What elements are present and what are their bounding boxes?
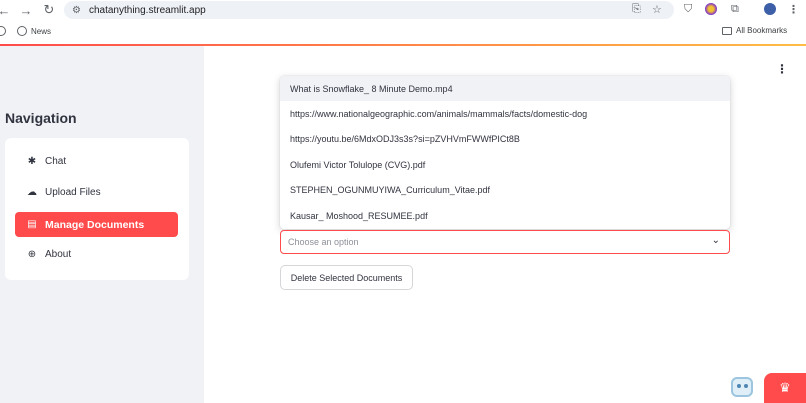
url-text: chatanything.streamlit.app xyxy=(88,4,206,16)
delete-selected-documents-button[interactable]: Delete Selected Documents xyxy=(280,265,413,290)
sidebar-item-label: Upload Files xyxy=(45,187,101,198)
forward-arrow-icon[interactable]: → xyxy=(18,2,34,18)
dropdown-option[interactable]: https://youtu.be/6MdxODJ3s3s?si=pZVHVmFW… xyxy=(280,126,730,151)
bookmarks-bar: News All Bookmarks xyxy=(0,23,806,41)
sidebar-item-chat[interactable]: ✱ Chat xyxy=(15,149,178,174)
globe-icon xyxy=(17,26,27,36)
sidebar: Navigation ✱ Chat ☁ Upload Files ▤ Manag… xyxy=(0,46,204,403)
dropdown-option[interactable]: What is Snowflake_ 8 Minute Demo.mp4 xyxy=(280,76,730,101)
document-options-dropdown: What is Snowflake_ 8 Minute Demo.mp4 htt… xyxy=(280,76,730,229)
sidebar-item-manage-documents[interactable]: ▤ Manage Documents xyxy=(15,212,178,237)
sidebar-item-label: Chat xyxy=(45,156,67,167)
nav-menu: ✱ Chat ☁ Upload Files ▤ Manage Documents… xyxy=(5,138,189,280)
browser-chrome: ← → ↻ ⚙ chatanything.streamlit.app ⎘ ☆ ⛉… xyxy=(0,0,806,46)
bookmark-star-icon[interactable]: ☆ xyxy=(652,3,662,16)
reload-icon[interactable]: ↻ xyxy=(41,2,57,18)
document-icon: ▤ xyxy=(27,219,37,230)
document-multiselect[interactable]: Choose an option ⌄ xyxy=(280,230,730,254)
extensions-puzzle-icon[interactable]: ⧉ xyxy=(731,3,739,16)
sidebar-item-about[interactable]: ⊕ About xyxy=(15,242,178,267)
sidebar-item-upload-files[interactable]: ☁ Upload Files xyxy=(15,180,178,205)
profile-avatar-icon[interactable] xyxy=(764,3,776,15)
bookmark-news-label: News xyxy=(31,26,52,36)
dropdown-option[interactable]: Kausar_ Moshood_RESUMEE.pdf xyxy=(280,203,730,228)
dropdown-option[interactable]: Olufemi Victor Tolulope (CVG).pdf xyxy=(280,152,730,177)
chatbot-icon[interactable] xyxy=(731,377,753,397)
bookmark-news[interactable]: News xyxy=(17,26,51,36)
site-info-icon[interactable]: ⚙ xyxy=(72,5,81,16)
dropdown-option[interactable]: STEPHEN_OGUNMUYIWA_Curriculum_Vitae.pdf xyxy=(280,177,730,202)
folder-icon xyxy=(722,26,732,35)
install-app-icon[interactable]: ⎘ xyxy=(632,3,641,16)
bookmark-apps-icon[interactable] xyxy=(0,26,6,36)
plus-circle-icon: ⊕ xyxy=(27,249,37,260)
dropdown-option[interactable]: https://www.nationalgeographic.com/anima… xyxy=(280,101,730,126)
sidebar-item-label: Manage Documents xyxy=(45,218,145,231)
app-menu-icon[interactable]: ⋮ xyxy=(776,62,788,76)
browser-toolbar: ← → ↻ ⚙ chatanything.streamlit.app ⎘ ☆ ⛉… xyxy=(0,0,806,21)
all-bookmarks[interactable]: All Bookmarks xyxy=(722,26,787,35)
extension-icon[interactable] xyxy=(705,3,717,15)
select-placeholder: Choose an option xyxy=(288,237,359,247)
sidebar-item-label: About xyxy=(45,249,72,260)
streamlit-crown-icon[interactable]: ♛ xyxy=(764,373,806,403)
snowflake-icon: ✱ xyxy=(27,156,37,167)
chevron-down-icon[interactable]: ⌄ xyxy=(712,235,720,246)
back-arrow-icon[interactable]: ← xyxy=(0,2,12,18)
sidebar-title: Navigation xyxy=(5,110,77,126)
all-bookmarks-label: All Bookmarks xyxy=(736,26,788,35)
address-bar[interactable]: ⚙ chatanything.streamlit.app xyxy=(64,1,674,19)
browser-menu-icon[interactable]: ⋮ xyxy=(788,3,799,16)
shield-extension-icon[interactable]: ⛉ xyxy=(684,3,692,16)
cloud-upload-icon: ☁ xyxy=(27,187,37,198)
